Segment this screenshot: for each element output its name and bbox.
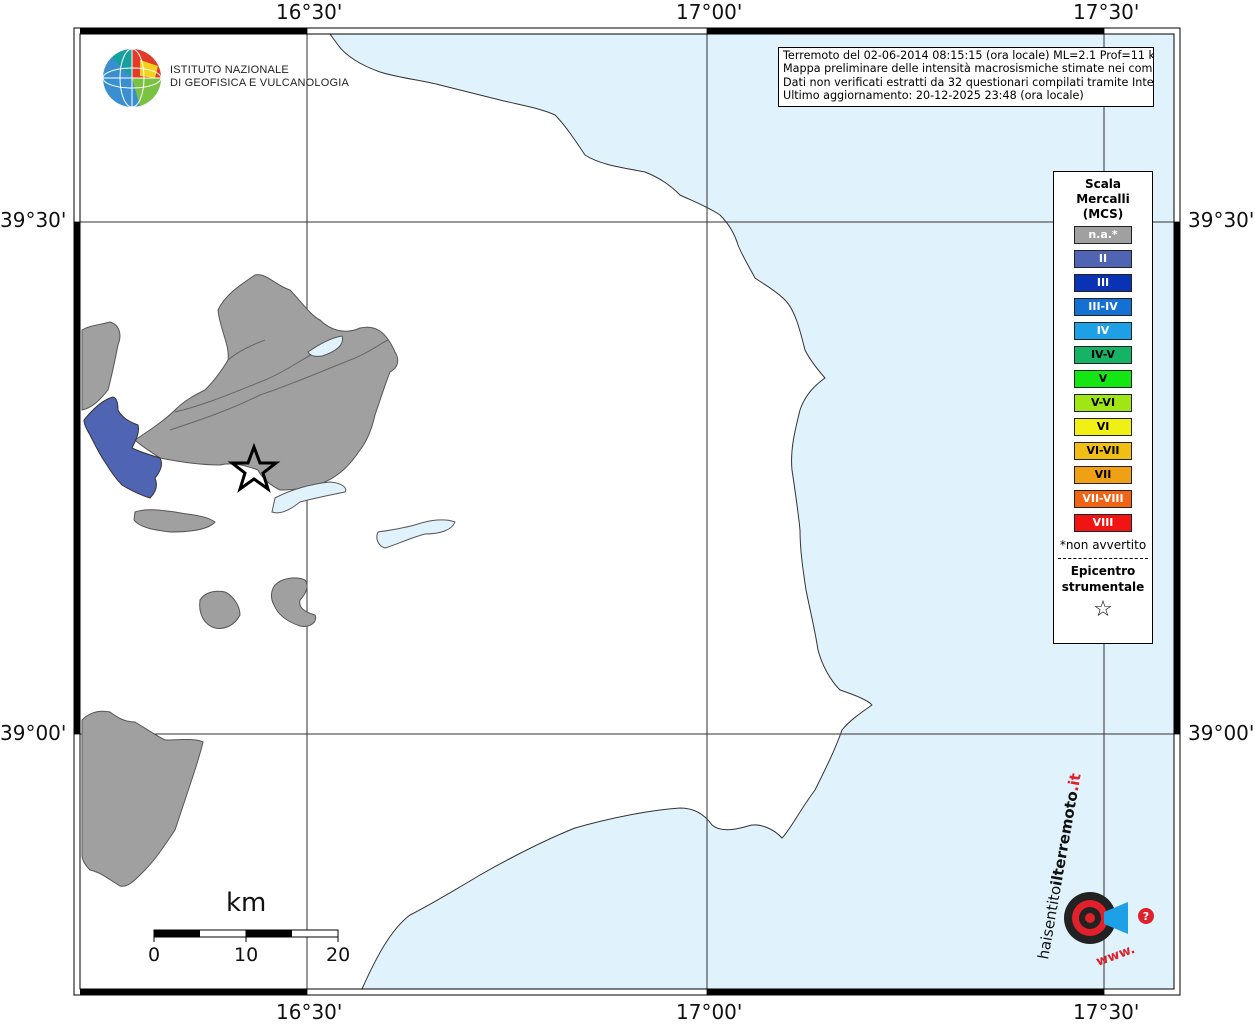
watermark-question: ? (1143, 910, 1149, 923)
legend-item: VIII (1074, 514, 1132, 532)
legend-item: VII (1074, 466, 1132, 484)
coord-left-3930: 39°30' (0, 208, 67, 232)
legend-item: VI-VII (1074, 442, 1132, 460)
info-line-1: Terremoto del 02-06-2014 08:15:15 (ora l… (783, 49, 1154, 62)
coord-bottom-1730: 17°30' (1073, 1000, 1140, 1024)
ingv-logo-line2: DI GEOFISICA E VULCANOLOGIA (170, 77, 349, 89)
legend-title-line3: (MCS) (1082, 207, 1124, 221)
scale-unit: km (226, 888, 267, 918)
legend-item: n.a.* (1074, 226, 1132, 244)
coord-top-1700: 17°00' (676, 0, 743, 24)
scale-tick-0: 0 (148, 944, 161, 966)
legend-item: V-VI (1074, 394, 1132, 412)
legend-item: II (1074, 250, 1132, 268)
ingv-logo-text: ISTITUTO NAZIONALE DI GEOFISICA E VULCAN… (170, 64, 349, 90)
legend-item: VII-VIII (1074, 490, 1132, 508)
legend-note: *non avvertito (1059, 538, 1147, 552)
earthquake-info-box: Terremoto del 02-06-2014 08:15:15 (ora l… (778, 47, 1154, 107)
legend-epicentre-line2: strumentale (1061, 580, 1145, 594)
ingv-logo-icon (102, 48, 162, 108)
legend-epicentre-label: Epicentro strumentale (1054, 563, 1152, 595)
coord-top-1730: 17°30' (1073, 0, 1140, 24)
coord-right-3900: 39°00' (1188, 721, 1255, 745)
legend-title-line1: Scala (1084, 177, 1122, 191)
coord-left-3900: 39°00' (0, 721, 67, 745)
ingv-logo-line1: ISTITUTO NAZIONALE (170, 64, 289, 76)
legend-item: VI (1074, 418, 1132, 436)
legend-item: III (1074, 274, 1132, 292)
legend-item: IV (1074, 322, 1132, 340)
info-line-4: Ultimo aggiornamento: 20-12-2025 23:48 (… (783, 89, 1084, 103)
legend-star-icon: ☆ (1093, 597, 1113, 622)
coord-bottom-1630: 16°30' (276, 1000, 343, 1024)
legend-epicentre-line1: Epicentro (1070, 564, 1136, 578)
legend-item: III-IV (1074, 298, 1132, 316)
coord-right-3930: 39°30' (1188, 208, 1255, 232)
coord-bottom-1700: 17°00' (676, 1000, 743, 1024)
info-line-2: Mappa preliminare delle intensità macros… (783, 62, 1154, 76)
scale-tick-20: 20 (326, 944, 351, 966)
scale-tick-10: 10 (234, 944, 259, 966)
legend-title: Scala Mercalli (MCS) (1054, 177, 1152, 222)
mcs-legend: Scala Mercalli (MCS) n.a.* II III III-IV IV I… (1053, 171, 1153, 644)
coord-top-1630: 16°30' (276, 0, 343, 24)
legend-title-line2: Mercalli (1076, 192, 1130, 206)
legend-item: IV-V (1074, 346, 1132, 364)
legend-item: V (1074, 370, 1132, 388)
info-line-3: Dati non verificati estratti da 32 quest… (783, 75, 1154, 89)
legend-separator (1058, 558, 1148, 559)
legend-items: n.a.* II III III-IV IV IV-V V V-VI VI VI-VII VII VI… (1054, 226, 1152, 532)
